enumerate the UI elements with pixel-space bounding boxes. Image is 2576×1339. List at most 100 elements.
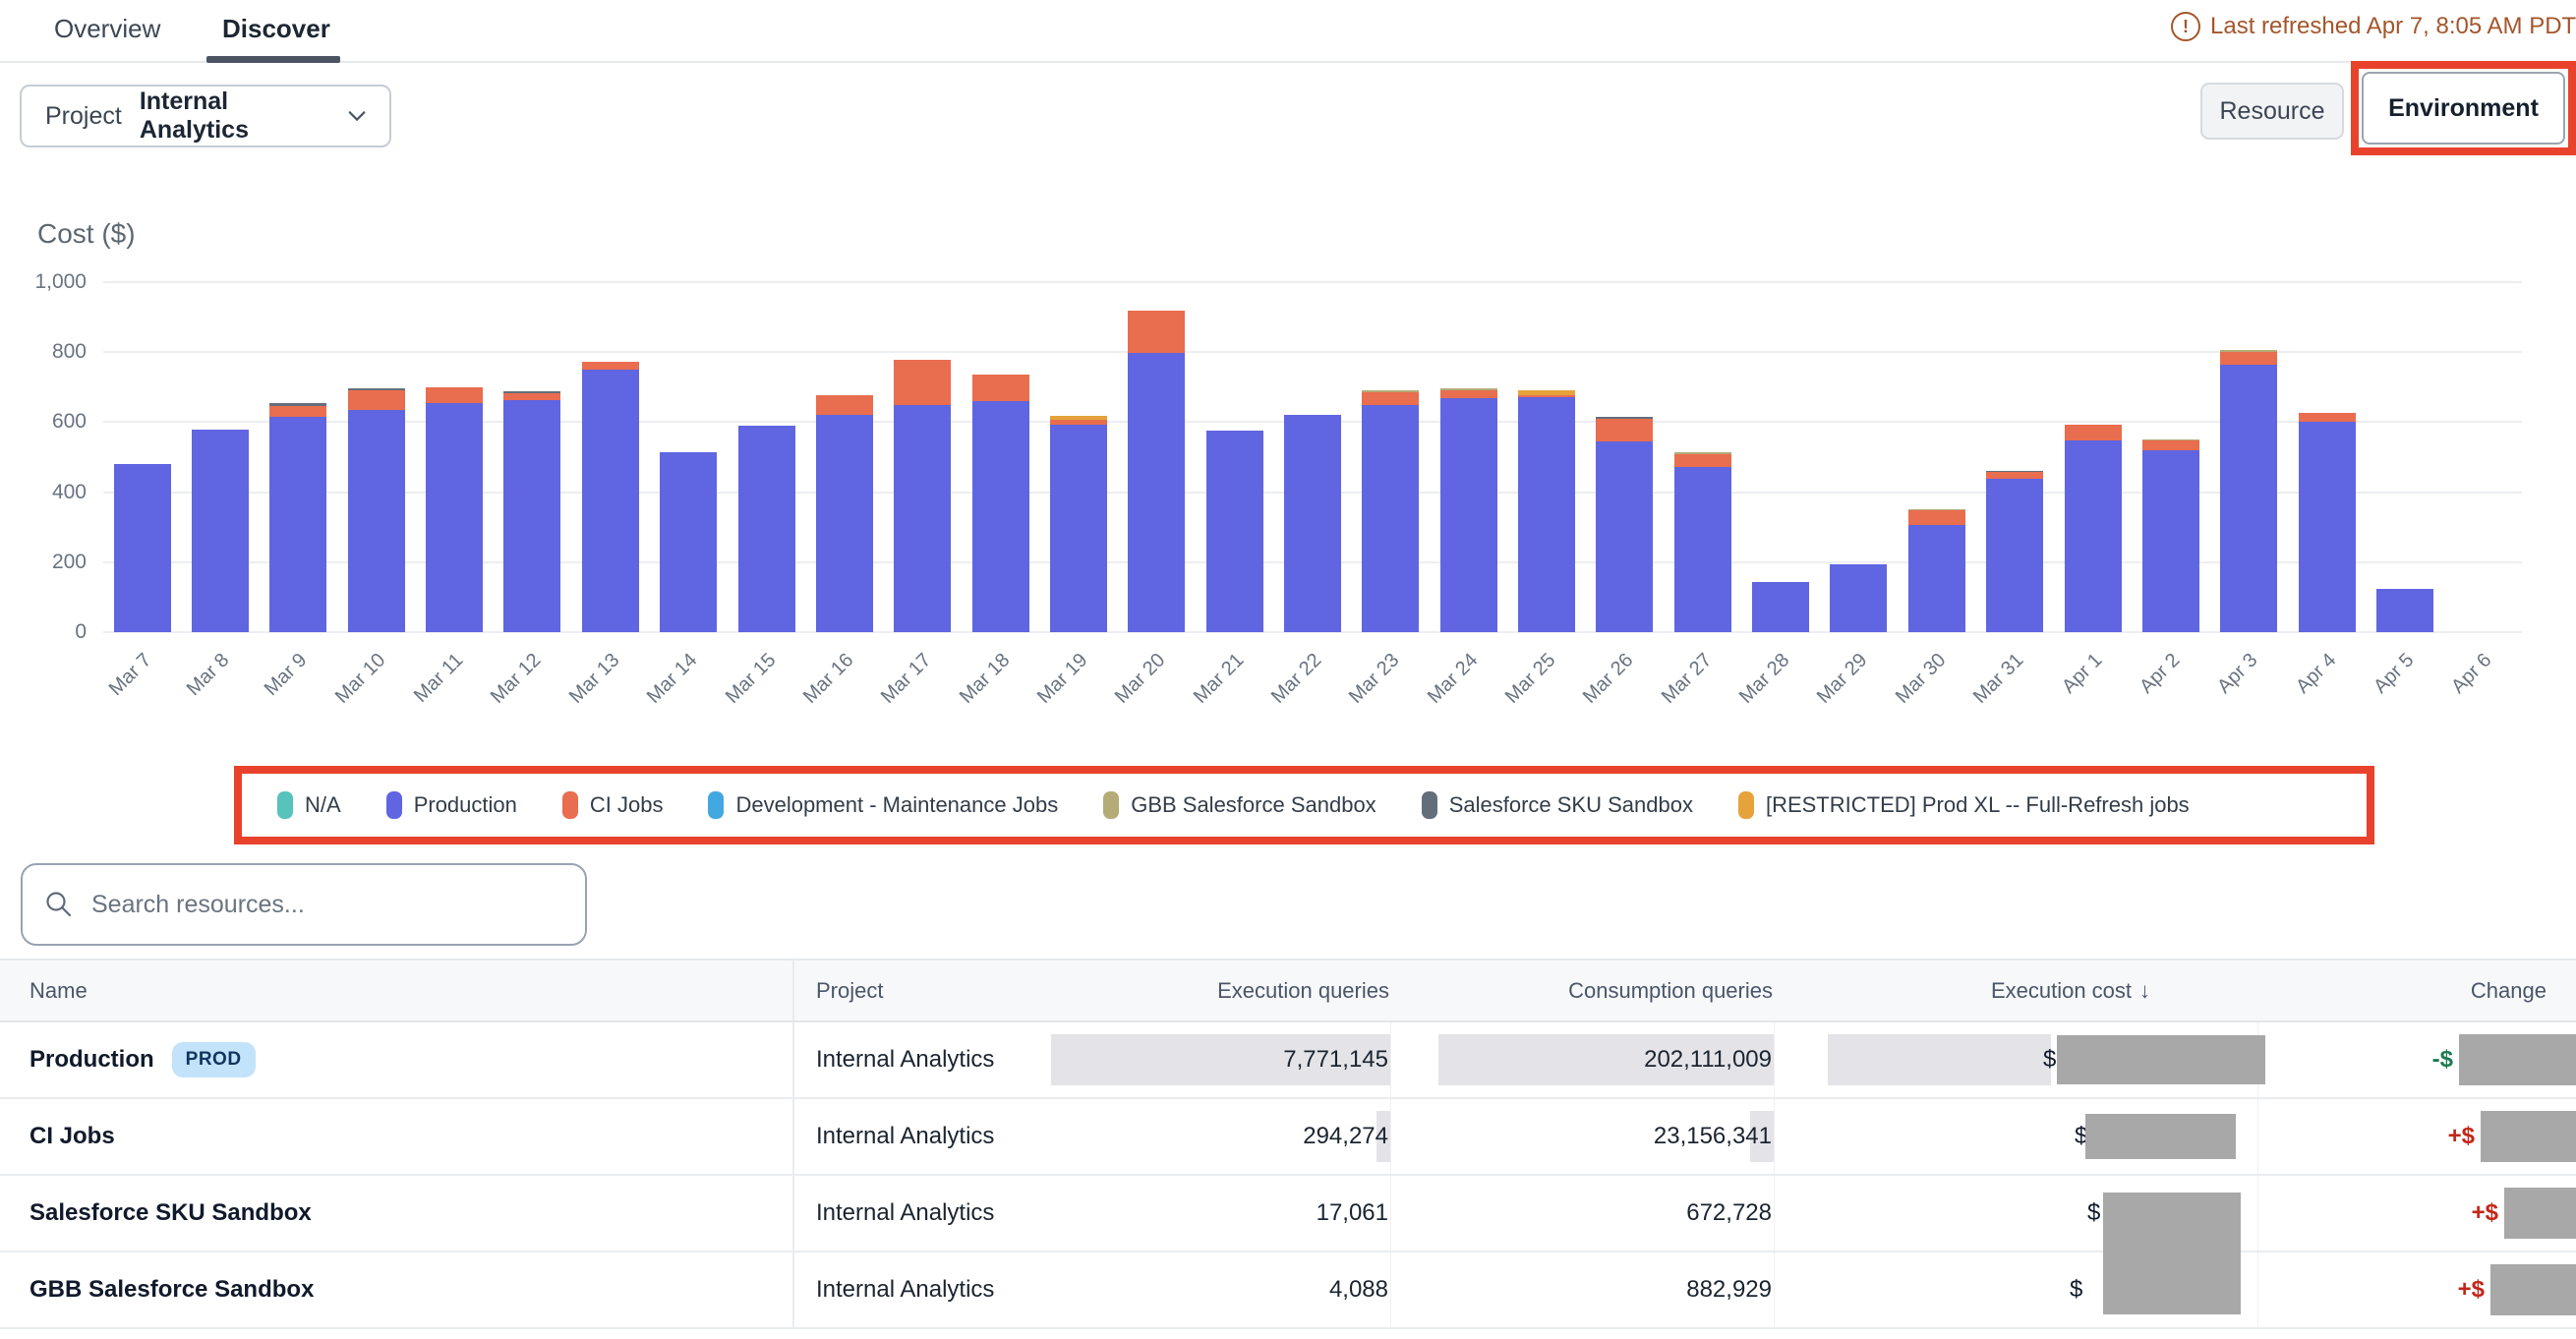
bar-mar-24[interactable] — [1440, 388, 1497, 632]
legend-swatch — [1103, 791, 1119, 819]
bar-mar-15[interactable] — [738, 426, 795, 632]
group-by-environment-button[interactable]: Environment — [2362, 72, 2565, 145]
legend-swatch — [1422, 791, 1437, 819]
top-tab-bar: Overview Discover ! Last refreshed Apr 7… — [0, 0, 2576, 63]
bar-segment — [1362, 392, 1419, 406]
bar-mar-29[interactable] — [1830, 564, 1887, 632]
resource-name-cell: CI Jobs — [0, 1099, 794, 1174]
bar-apr-3[interactable] — [2220, 350, 2277, 632]
consumption-queries: 23,156,341 — [1391, 1099, 1775, 1174]
bar-segment — [1440, 390, 1497, 399]
x-axis-tick-label: Mar 15 — [706, 649, 781, 724]
bar-segment — [1206, 431, 1263, 632]
bar-mar-19[interactable] — [1050, 416, 1107, 632]
column-header-name[interactable]: Name — [0, 961, 794, 1020]
bar-mar-26[interactable] — [1596, 417, 1653, 632]
execution-queries-value: 7,771,145 — [1283, 1046, 1388, 1074]
table-row[interactable]: CI JobsInternal Analytics294,27423,156,3… — [0, 1099, 2576, 1176]
bar-apr-2[interactable] — [2142, 439, 2199, 632]
legend-item-ci-jobs[interactable]: CI Jobs — [562, 791, 664, 819]
bar-mar-22[interactable] — [1284, 415, 1341, 632]
bar-segment — [738, 426, 795, 632]
change-redaction — [2490, 1264, 2576, 1315]
x-axis-tick-label: Mar 27 — [1642, 649, 1717, 724]
bar-segment — [2376, 589, 2433, 632]
bar-mar-14[interactable] — [660, 452, 717, 632]
last-refreshed-status: ! Last refreshed Apr 7, 8:05 AM PDT — [2171, 12, 2576, 41]
execution-cost-cell: $ — [1775, 1022, 2258, 1097]
tab-overview[interactable]: Overview — [54, 14, 160, 44]
x-axis-tick-label: Mar 20 — [1096, 649, 1171, 724]
column-header-project[interactable]: Project — [794, 961, 1072, 1020]
resource-name[interactable]: CI Jobs — [29, 1123, 115, 1150]
column-header-execution-queries[interactable]: Execution queries — [1072, 961, 1391, 1020]
bar-mar-11[interactable] — [426, 387, 483, 632]
bar-mar-13[interactable] — [582, 362, 639, 632]
bar-mar-30[interactable] — [1908, 509, 1965, 632]
bar-mar-25[interactable] — [1518, 390, 1575, 632]
bar-mar-16[interactable] — [816, 395, 873, 632]
legend-item-n-a[interactable]: N/A — [277, 791, 341, 819]
bar-mar-27[interactable] — [1674, 452, 1731, 632]
bar-segment — [816, 395, 873, 416]
bar-mar-28[interactable] — [1752, 582, 1809, 632]
bar-apr-5[interactable] — [2376, 589, 2433, 632]
legend-item-production[interactable]: Production — [386, 791, 517, 819]
bar-mar-12[interactable] — [503, 391, 560, 632]
bar-apr-4[interactable] — [2299, 413, 2356, 632]
bar-segment — [894, 405, 951, 632]
gridline — [103, 281, 2522, 283]
bar-mar-8[interactable] — [192, 430, 249, 633]
bar-mar-17[interactable] — [894, 360, 951, 632]
resource-name[interactable]: Production — [29, 1046, 154, 1074]
resource-name[interactable]: GBB Salesforce Sandbox — [29, 1276, 314, 1304]
legend-swatch — [562, 791, 578, 819]
x-axis-tick-label: Mar 18 — [940, 649, 1015, 724]
cost-heat-bar — [1828, 1034, 2051, 1085]
change-value: +$ — [2448, 1123, 2475, 1150]
column-header-execution-cost[interactable]: Execution cost ↓ — [1775, 961, 2258, 1020]
bar-segment — [2142, 440, 2199, 449]
x-axis-tick-label: Mar 29 — [1798, 649, 1873, 724]
search-input[interactable] — [89, 890, 563, 920]
legend-item-development-maintenance-jobs[interactable]: Development - Maintenance Jobs — [708, 791, 1058, 819]
bar-mar-21[interactable] — [1206, 431, 1263, 632]
bar-segment — [582, 370, 639, 632]
y-axis-tick-label: 400 — [0, 481, 87, 504]
consumption-queries-value: 202,111,009 — [1644, 1046, 1772, 1074]
legend-item-salesforce-sku-sandbox[interactable]: Salesforce SKU Sandbox — [1422, 791, 1693, 819]
tab-discover[interactable]: Discover — [222, 14, 330, 44]
legend-swatch — [386, 791, 402, 819]
y-axis-tick-label: 200 — [0, 551, 87, 574]
bar-mar-9[interactable] — [269, 403, 326, 632]
bar-segment — [503, 393, 560, 400]
execution-queries: 294,274 — [1072, 1099, 1391, 1174]
x-axis-tick-label: Apr 3 — [2189, 649, 2263, 724]
bar-mar-23[interactable] — [1362, 390, 1419, 632]
bar-mar-31[interactable] — [1986, 471, 2043, 632]
chart-legend-annotation-box: N/A Production CI Jobs Development - Mainte… — [234, 766, 2374, 844]
table-row[interactable]: Salesforce SKU SandboxInternal Analytics… — [0, 1176, 2576, 1252]
bar-mar-18[interactable] — [972, 375, 1029, 632]
bar-segment — [192, 430, 249, 633]
column-header-change[interactable]: Change — [2258, 961, 2576, 1020]
bar-mar-10[interactable] — [348, 388, 405, 632]
legend-item--restricted-prod-xl-full-refresh-jobs[interactable]: [RESTRICTED] Prod XL -- Full-Refresh job… — [1738, 791, 2190, 819]
execution-queries: 4,088 — [1072, 1252, 1391, 1327]
bar-mar-20[interactable] — [1128, 311, 1185, 632]
group-by-resource-button[interactable]: Resource — [2200, 83, 2344, 140]
resource-name[interactable]: Salesforce SKU Sandbox — [29, 1199, 312, 1227]
bar-apr-1[interactable] — [2065, 425, 2122, 632]
table-row[interactable]: ProductionPRODInternal Analytics7,771,14… — [0, 1022, 2576, 1099]
change-cell: -$ — [2258, 1022, 2576, 1097]
column-header-consumption-queries[interactable]: Consumption queries — [1391, 961, 1775, 1020]
resource-name-cell: Salesforce SKU Sandbox — [0, 1176, 794, 1251]
bar-segment — [582, 362, 639, 370]
x-axis-tick-label: Mar 31 — [1955, 649, 2029, 724]
bar-mar-7[interactable] — [114, 464, 171, 632]
legend-label: GBB Salesforce Sandbox — [1131, 792, 1376, 818]
consumption-queries: 202,111,009 — [1391, 1022, 1775, 1097]
legend-item-gbb-salesforce-sandbox[interactable]: GBB Salesforce Sandbox — [1103, 791, 1376, 819]
change-cell: +$ — [2258, 1176, 2576, 1251]
project-filter-dropdown[interactable]: Project Internal Analytics — [20, 85, 391, 147]
